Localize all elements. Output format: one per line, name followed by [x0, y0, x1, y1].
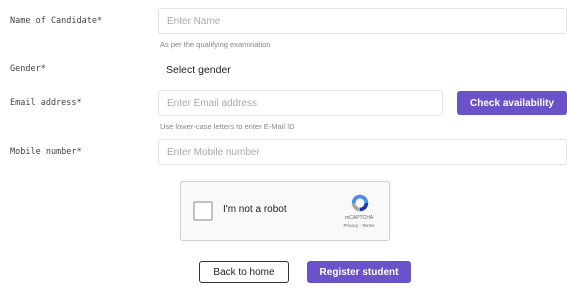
- recaptcha-logo-icon: [351, 194, 369, 212]
- name-input[interactable]: Enter Name: [158, 8, 567, 34]
- mobile-input[interactable]: Enter Mobile number: [158, 139, 567, 165]
- check-availability-button[interactable]: Check availability: [457, 91, 567, 115]
- register-student-button[interactable]: Register student: [307, 261, 411, 283]
- name-placeholder: Enter Name: [167, 15, 221, 27]
- gender-label: Gender*: [10, 64, 46, 74]
- recaptcha-widget: I'm not a robot reCAPTCHA Privacy - Term…: [180, 181, 390, 241]
- back-to-home-button[interactable]: Back to home: [199, 261, 289, 283]
- recaptcha-links[interactable]: Privacy - Terms: [339, 223, 379, 228]
- email-input[interactable]: Enter Email address: [158, 90, 443, 116]
- mobile-label: Mobile number*: [10, 147, 82, 157]
- gender-select[interactable]: Select gender: [158, 57, 567, 83]
- recaptcha-checkbox[interactable]: [193, 201, 213, 221]
- mobile-placeholder: Enter Mobile number: [167, 146, 260, 158]
- recaptcha-label: I'm not a robot: [223, 204, 287, 215]
- email-placeholder: Enter Email address: [167, 97, 258, 109]
- gender-selected-value: Select gender: [166, 64, 231, 76]
- name-hint: As per the qualifying examination: [160, 40, 271, 49]
- recaptcha-brand: reCAPTCHA: [344, 215, 374, 221]
- email-label: Email address*: [10, 98, 82, 108]
- email-hint: Use lower-case letters to enter E-Mail I…: [160, 122, 295, 131]
- name-label: Name of Candidate*: [10, 16, 103, 26]
